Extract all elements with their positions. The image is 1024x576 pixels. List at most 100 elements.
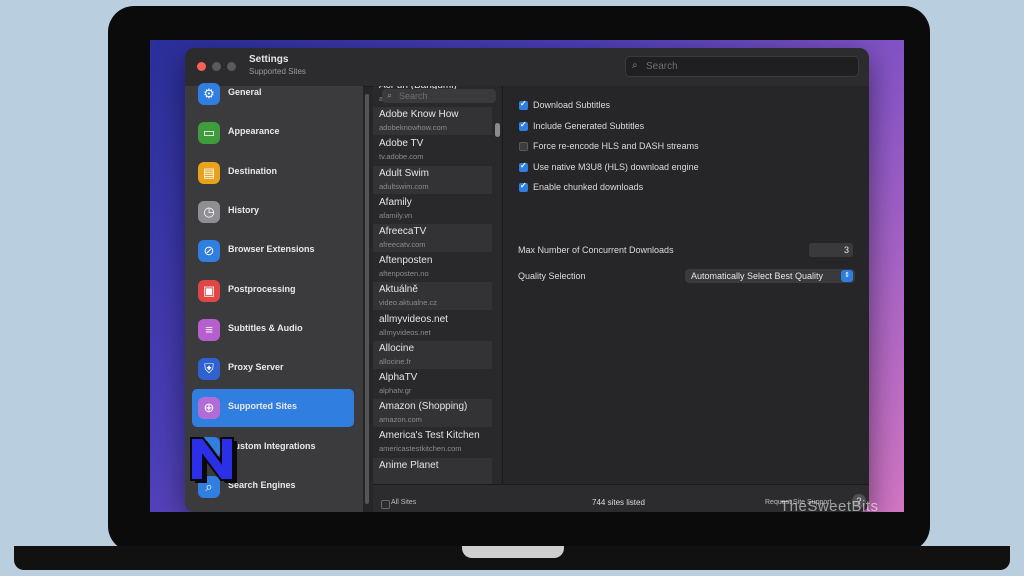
sidebar-item-label: Destination xyxy=(228,165,278,176)
list-item[interactable]: AfreecaTV afreecatv.com xyxy=(373,224,492,252)
option-label: Enable chunked downloads xyxy=(533,182,644,192)
concurrent-downloads-field[interactable]: 3 xyxy=(809,243,853,257)
sites-list: AcFun (Bangumi)acfun.cnAdobe Know Howado… xyxy=(373,86,501,484)
option-checkbox[interactable] xyxy=(519,161,528,172)
site-name: Amazon (Shopping) xyxy=(379,401,468,413)
site-name: America's Test Kitchen xyxy=(379,430,480,442)
laptop-notch xyxy=(462,546,564,558)
option-label: Force re-encode HLS and DASH streams xyxy=(533,141,699,151)
sites-search-placeholder: Search xyxy=(399,91,428,101)
option-label: Download Subtitles xyxy=(533,100,611,110)
site-name: Adobe Know How xyxy=(379,109,459,121)
sidebar-item-label: Supported Sites xyxy=(228,401,298,412)
sidebar-item-general[interactable]: ⚙ General xyxy=(192,75,354,113)
option-checkbox[interactable] xyxy=(519,99,528,110)
sidebar-item-supported-sites[interactable]: ⊕ Supported Sites xyxy=(192,389,354,428)
sites-count: 744 sites listed xyxy=(592,498,645,507)
site-name: Afamily xyxy=(379,196,412,208)
search-placeholder: Search xyxy=(646,61,678,72)
zoom-button[interactable] xyxy=(227,62,236,71)
list-item[interactable]: Aftenposten aftenposten.no xyxy=(373,253,492,281)
site-domain: alphatv.gr xyxy=(379,386,412,395)
compass-icon: ⊘ xyxy=(198,240,220,263)
sidebar-item-label: Custom Integrations xyxy=(228,440,316,451)
sidebar-item-label: General xyxy=(228,87,262,97)
n-logo-icon xyxy=(190,437,237,483)
minimize-button[interactable] xyxy=(212,62,221,71)
site-domain: afreecatv.com xyxy=(379,240,426,249)
option-label: Include Generated Subtitles xyxy=(533,120,645,131)
quality-select[interactable]: Automatically Select Best Quality ⇕ xyxy=(685,269,855,283)
site-name: Aktuálně xyxy=(379,284,418,296)
sidebar-item-appearance[interactable]: ▭ Appearance xyxy=(192,114,354,152)
quality-label: Quality Selection xyxy=(518,271,586,281)
sidebar-item-label: Proxy Server xyxy=(228,362,284,373)
list-item[interactable]: Adult Swim adultswim.com xyxy=(373,165,492,194)
concurrent-label: Max Number of Concurrent Downloads xyxy=(518,245,674,255)
sidebar-item-postprocessing[interactable]: ▣ Postprocessing xyxy=(192,272,354,310)
list-item[interactable]: AlphaTV alphatv.gr xyxy=(373,370,492,398)
all-sites-checkbox[interactable] xyxy=(381,500,390,509)
site-domain: allocine.fr xyxy=(379,356,412,366)
site-name: allmyvideos.net xyxy=(379,313,448,325)
site-domain: tv.adobe.com xyxy=(379,152,424,162)
sidebar-item-history[interactable]: ◷ History xyxy=(192,193,354,231)
desktop-screen: Settings Supported Sites ⌕ Search ⚙ Gener… xyxy=(150,40,904,512)
concurrent-value: 3 xyxy=(843,245,849,255)
site-name: Adult Swim xyxy=(379,167,430,179)
chevron-updown-icon: ⇕ xyxy=(841,270,853,282)
option-checkbox[interactable] xyxy=(519,142,528,151)
list-item[interactable]: Adobe Know How adobeknowhow.com xyxy=(373,107,492,136)
drive-icon: ▤ xyxy=(198,161,220,184)
list-item[interactable]: allmyvideos.net allmyvideos.net xyxy=(373,312,492,340)
list-item[interactable]: Allocine allocine.fr xyxy=(373,340,492,369)
list-item[interactable]: Afamily afamily.vn xyxy=(373,195,492,223)
globe-icon: ⊕ xyxy=(198,397,220,420)
search-input[interactable]: ⌕ Search xyxy=(625,56,859,77)
option-label: Use native M3U8 (HLS) download engine xyxy=(533,161,699,172)
list-item[interactable]: America's Test Kitchen americastestkitche… xyxy=(373,428,492,456)
settings-window: Settings Supported Sites ⌕ Search ⚙ Gener… xyxy=(185,48,869,512)
site-domain: aftenposten.no xyxy=(379,269,429,279)
sidebar-item-label: Appearance xyxy=(228,126,280,137)
sidebar-item-subtitles-audio[interactable]: ≡ Subtitles & Audio xyxy=(192,311,354,349)
site-name: Adobe TV xyxy=(379,138,424,150)
sidebar-scrollbar[interactable] xyxy=(365,94,369,504)
watermark: TheSweetBits xyxy=(780,498,879,515)
sidebar-item-proxy-server[interactable]: ⛨ Proxy Server xyxy=(192,350,354,388)
list-item[interactable]: Adobe TV tv.adobe.com xyxy=(373,136,492,164)
site-domain: afamily.vn xyxy=(379,210,413,220)
site-domain: americastestkitchen.com xyxy=(379,444,462,454)
site-domain: adobeknowhow.com xyxy=(379,123,447,133)
sidebar-item-label: Postprocessing xyxy=(228,283,296,294)
all-sites-label: All Sites xyxy=(391,499,417,506)
sites-search-input[interactable]: ⌕ Search xyxy=(382,89,496,103)
list-item[interactable]: Amazon (Shopping) amazon.com xyxy=(373,399,492,428)
site-domain: amazon.com xyxy=(379,415,422,425)
appearance-icon: ▭ xyxy=(198,122,220,145)
site-name: AlphaTV xyxy=(379,372,418,383)
list-item[interactable]: Aktuálně video.aktualne.cz xyxy=(373,282,492,311)
site-name: Anime Planet xyxy=(379,459,439,471)
site-name: Aftenposten xyxy=(379,255,433,267)
shield-icon: ⛨ xyxy=(198,358,220,381)
search-icon: ⌕ xyxy=(632,60,638,71)
sidebar-item-label: Browser Extensions xyxy=(228,244,315,255)
subtitles-icon: ≡ xyxy=(198,318,220,341)
site-domain: adultswim.com xyxy=(379,181,429,191)
list-item[interactable]: Anime Planet xyxy=(373,457,492,484)
brand-logo xyxy=(185,432,241,486)
option-checkbox[interactable] xyxy=(519,181,528,192)
sites-scrollbar[interactable] xyxy=(495,123,500,137)
site-name: AfreecaTV xyxy=(379,226,427,237)
sidebar-item-label: Subtitles & Audio xyxy=(228,322,303,333)
gear-icon: ⚙ xyxy=(198,83,220,105)
site-domain: allmyvideos.net xyxy=(379,327,431,337)
site-name: Allocine xyxy=(379,342,415,354)
sidebar-item-label: History xyxy=(228,204,260,215)
close-button[interactable] xyxy=(197,62,206,71)
window-title: Settings xyxy=(249,54,289,65)
option-checkbox[interactable] xyxy=(519,120,528,131)
sidebar-item-browser-extensions[interactable]: ⊘ Browser Extensions xyxy=(192,232,354,270)
sidebar-item-destination[interactable]: ▤ Destination xyxy=(192,154,354,192)
